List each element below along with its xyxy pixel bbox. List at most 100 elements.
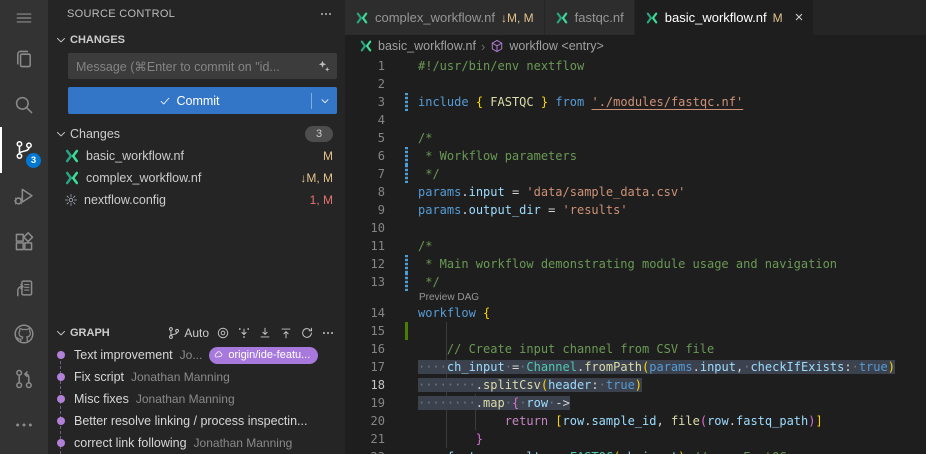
code-text: * Main workflow demonstrating module usa…	[418, 255, 837, 273]
activity-badge: 3	[26, 153, 41, 168]
changes-section-label: CHANGES	[70, 34, 125, 46]
refresh-icon[interactable]	[300, 326, 314, 340]
code-line-10[interactable]: 10	[345, 219, 926, 237]
breadcrumb-separator: ›	[481, 39, 485, 54]
commit-row[interactable]: Fix scriptJonathan Manning	[48, 366, 345, 388]
gutter-add-indicator	[405, 322, 408, 340]
push-icon[interactable]	[279, 326, 293, 340]
code-line-11[interactable]: 11/*	[345, 237, 926, 255]
pull-icon[interactable]	[258, 326, 272, 340]
symbol-class-icon	[490, 39, 504, 53]
code-line-16[interactable]: 16 // Create input channel from CSV file	[345, 340, 926, 358]
tab-bar: complex_workflow.nf↓M, Mfastqc.nfbasic_w…	[345, 0, 926, 35]
editor-group: complex_workflow.nf↓M, Mfastqc.nfbasic_w…	[345, 0, 926, 454]
commit-message: Misc fixes	[74, 392, 129, 406]
code-line-3[interactable]: 3include { FASTQC } from './modules/fast…	[345, 93, 926, 111]
activity-item-run-debug[interactable]	[0, 173, 48, 219]
commit-dot-icon	[57, 417, 65, 425]
fetch-icon[interactable]	[237, 326, 251, 340]
code-line-14[interactable]: 14workflow {	[345, 304, 926, 322]
line-number: 22	[345, 448, 385, 454]
sidebar-title-row: SOURCE CONTROL	[48, 0, 345, 28]
line-number: 19	[345, 394, 385, 412]
commit-button[interactable]: Commit	[68, 87, 337, 114]
sparkle-icon[interactable]	[317, 59, 331, 73]
scm-file-row-nextflow.config[interactable]: nextflow.config1, M	[48, 189, 345, 211]
code-line-1[interactable]: 1#!/usr/bin/env nextflow	[345, 57, 926, 75]
code-line-18[interactable]: 18········.splitCsv(header:·true)	[345, 376, 926, 394]
tab-basic_workflow.nf[interactable]: basic_workflow.nfM×	[635, 0, 814, 35]
changes-tree-header[interactable]: Changes 3	[48, 123, 345, 145]
breadcrumb-file[interactable]: basic_workflow.nf	[378, 39, 476, 53]
code-line-20[interactable]: 20 return [row.sample_id, file(row.fastq…	[345, 412, 926, 430]
commit-ref-badge[interactable]: origin/ide-featu...	[209, 347, 318, 364]
code-text: fastqc_results = FASTQC(ch_input) // run…	[418, 448, 787, 454]
tab-complex_workflow.nf[interactable]: complex_workflow.nf↓M, M	[345, 0, 544, 35]
commit-row[interactable]: correct link followingJonathan Manning	[48, 432, 345, 454]
code-lens-preview-dag[interactable]: Preview DAG	[345, 291, 926, 304]
commit-author: Jo...	[180, 348, 203, 362]
commit-graph-list: Text improvement Jo... origin/ide-featu...…	[48, 344, 345, 454]
code-line-13[interactable]: 13 */	[345, 273, 926, 291]
code-line-21[interactable]: 21 }	[345, 430, 926, 448]
code-line-5[interactable]: 5/*	[345, 129, 926, 147]
commit-message: Text improvement	[74, 348, 173, 362]
code-text: ········.splitCsv(header:·true)	[418, 376, 642, 394]
code-text: include { FASTQC } from './modules/fastq…	[418, 93, 743, 111]
activity-item-search[interactable]	[0, 82, 48, 128]
run-debug-icon	[13, 185, 35, 207]
changes-count-badge: 3	[305, 126, 333, 142]
code-line-6[interactable]: 6 * Workflow parameters	[345, 147, 926, 165]
line-number: 8	[345, 183, 385, 201]
breadcrumb-symbol[interactable]: workflow <entry>	[509, 39, 603, 53]
sidebar-title: SOURCE CONTROL	[67, 8, 175, 20]
activity-item-source-control[interactable]: 3	[0, 127, 48, 173]
close-icon[interactable]: ×	[795, 10, 804, 25]
scm-file-row-basic_workflow.nf[interactable]: basic_workflow.nfM	[48, 145, 345, 167]
activity-item-references[interactable]	[0, 265, 48, 311]
graph-dot-col	[48, 417, 74, 425]
commit-dot-icon	[57, 351, 65, 359]
commit-row[interactable]: Better resolve linking / process inspect…	[48, 410, 345, 432]
commit-ref-label: origin/ide-featu...	[228, 349, 310, 361]
commit-row[interactable]: Text improvement Jo... origin/ide-featu...	[48, 344, 345, 366]
commit-input-placeholder: Message (⌘Enter to commit on "id...	[76, 59, 317, 74]
code-line-8[interactable]: 8params.input = 'data/sample_data.csv'	[345, 183, 926, 201]
code-line-12[interactable]: 12 * Main workflow demonstrating module …	[345, 255, 926, 273]
more-icon[interactable]	[321, 326, 335, 340]
scm-file-status: ↓M, M	[300, 171, 333, 185]
tab-fastqc.nf[interactable]: fastqc.nf	[545, 0, 634, 35]
commit-dropdown-button[interactable]	[312, 95, 337, 107]
scm-file-row-complex_workflow.nf[interactable]: complex_workflow.nf↓M, M	[48, 167, 345, 189]
code-line-17[interactable]: 17····ch_input·=·Channel.fromPath(params…	[345, 358, 926, 376]
line-number: 5	[345, 129, 385, 147]
code-line-9[interactable]: 9params.output_dir = 'results'	[345, 201, 926, 219]
activity-item-more-views[interactable]	[0, 402, 48, 448]
commit-message-input[interactable]: Message (⌘Enter to commit on "id...	[68, 53, 337, 79]
code-line-7[interactable]: 7 */	[345, 165, 926, 183]
changes-section-header[interactable]: CHANGES	[48, 28, 345, 51]
code-text: ····ch_input·=·Channel.fromPath(params.i…	[418, 358, 895, 376]
source-control-more-icon[interactable]	[319, 7, 333, 21]
code-line-19[interactable]: 19········.map·{·row·->	[345, 394, 926, 412]
activity-item-extensions[interactable]	[0, 219, 48, 265]
graph-section-header[interactable]: GRAPH Auto	[48, 322, 345, 344]
code-text: // Create input channel from CSV file	[418, 340, 714, 358]
pull-request-icon	[13, 368, 35, 390]
code-line-22[interactable]: 22 fastqc_results = FASTQC(ch_input) // …	[345, 448, 926, 454]
graph-auto-toggle[interactable]: Auto	[167, 326, 209, 340]
activity-item-pull-request[interactable]	[0, 356, 48, 402]
activity-item-github[interactable]	[0, 311, 48, 357]
code-editor[interactable]: 1#!/usr/bin/env nextflow23include { FAST…	[345, 57, 926, 454]
chevron-down-icon	[54, 326, 68, 340]
code-line-15[interactable]: 15	[345, 322, 926, 340]
code-line-2[interactable]: 2	[345, 75, 926, 93]
activity-item-explorer[interactable]	[0, 36, 48, 82]
commit-row[interactable]: Misc fixesJonathan Manning	[48, 388, 345, 410]
activity-item-menu[interactable]	[0, 0, 48, 36]
target-icon[interactable]	[216, 326, 230, 340]
line-number: 21	[345, 430, 385, 448]
line-number: 4	[345, 111, 385, 129]
code-text: #!/usr/bin/env nextflow	[418, 57, 584, 75]
code-line-4[interactable]: 4	[345, 111, 926, 129]
